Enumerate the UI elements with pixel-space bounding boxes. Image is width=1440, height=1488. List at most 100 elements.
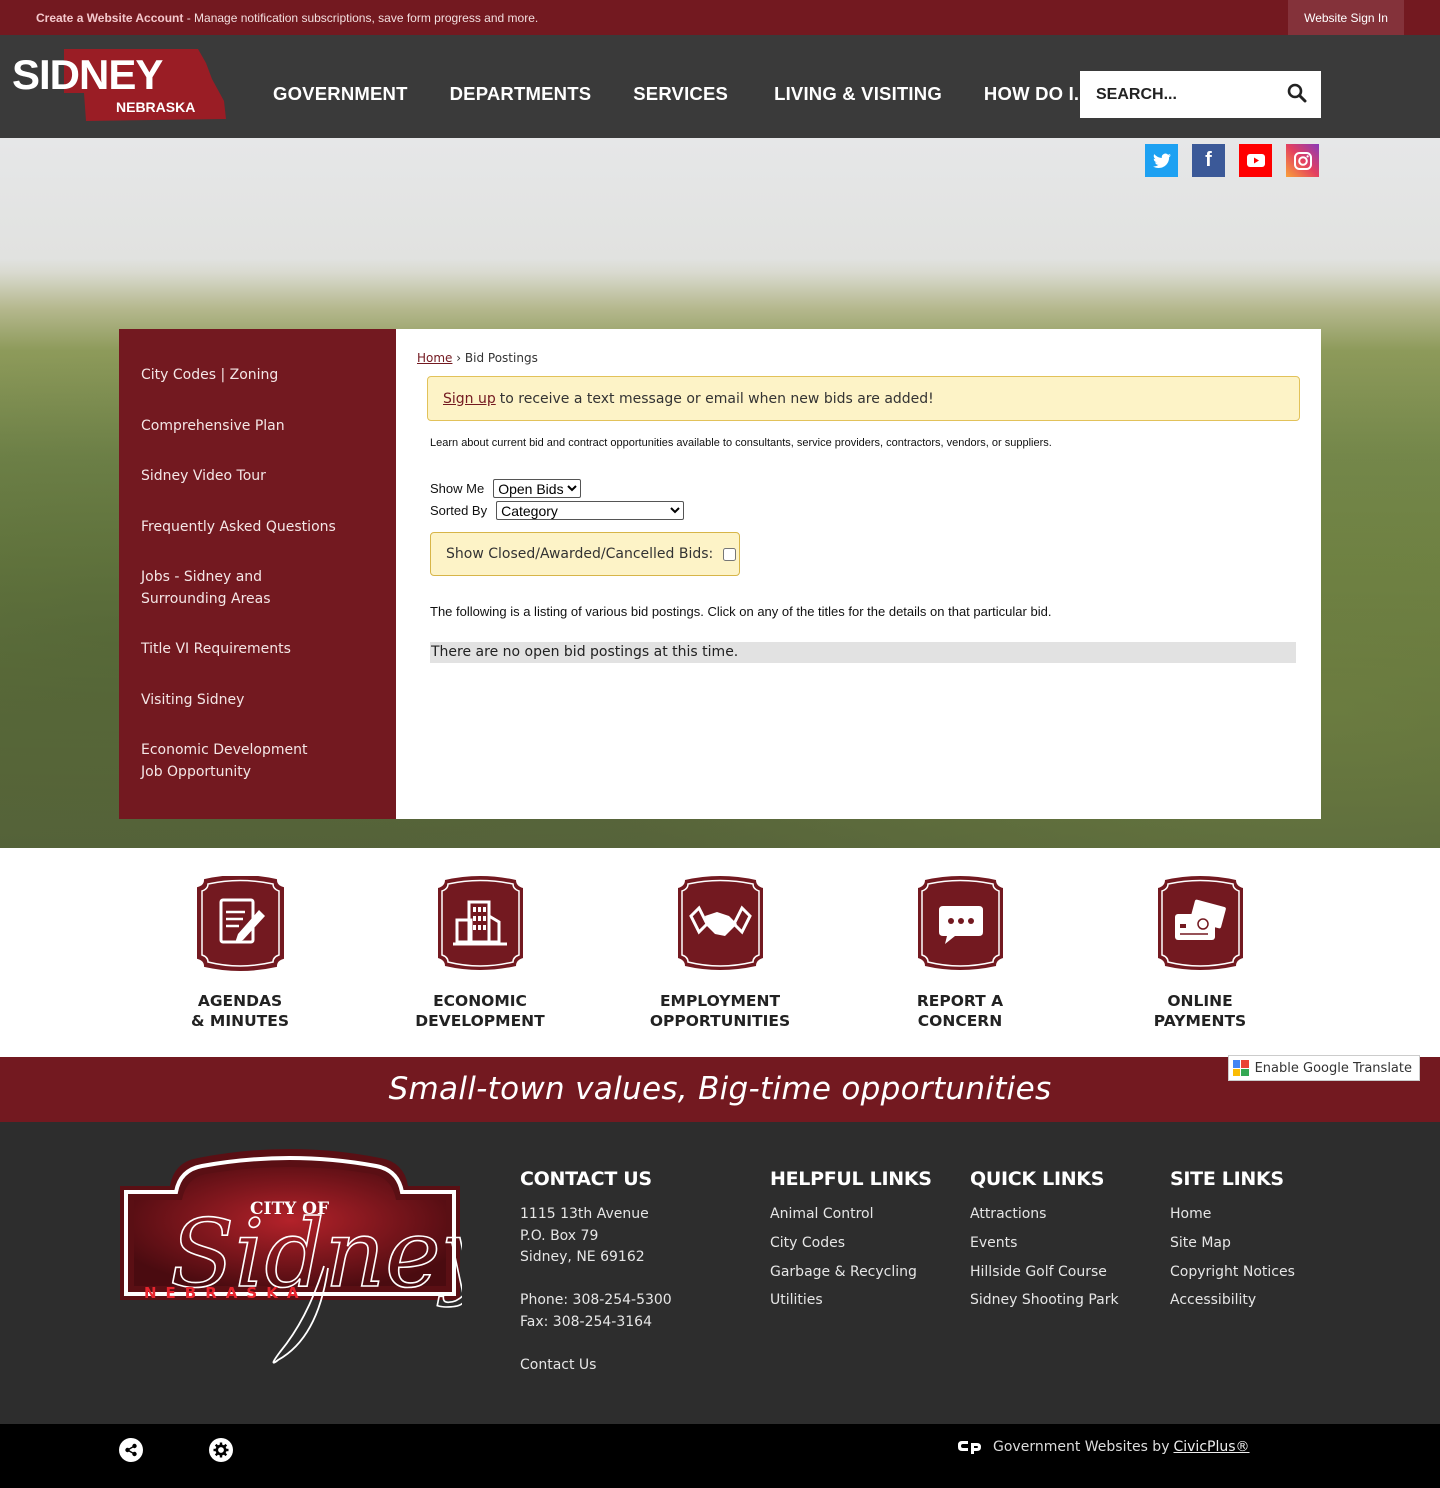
footer-link-copyright[interactable]: Copyright Notices	[1170, 1262, 1295, 1284]
search-icon[interactable]	[1287, 83, 1307, 107]
document-pencil-icon	[196, 875, 284, 971]
credit-card-icon	[1157, 876, 1243, 970]
nav-departments[interactable]: DEPARTMENTS	[429, 83, 613, 105]
sidebar-nav: City Codes | Zoning Comprehensive Plan S…	[119, 329, 396, 819]
show-me-label: Show Me	[430, 481, 485, 496]
credit-text: Government Websites by	[993, 1439, 1170, 1455]
footer-link-home[interactable]: Home	[1170, 1204, 1295, 1226]
sidebar-item-comprehensive-plan[interactable]: Comprehensive Plan	[119, 416, 396, 438]
show-me-select[interactable]: Open Bids	[493, 479, 582, 498]
building-icon	[437, 876, 523, 970]
footer-link-events[interactable]: Events	[970, 1233, 1119, 1255]
civicplus-link[interactable]: CivicPlus®	[1173, 1439, 1249, 1455]
listing-note: The following is a listing of various bi…	[430, 604, 1052, 619]
quick-link-online-payments[interactable]: ONLINE PAYMENTS	[1100, 876, 1300, 1031]
sign-up-link[interactable]: Sign up	[443, 391, 496, 407]
slogan-banner: Small-town values, Big-time opportunitie…	[0, 1055, 1440, 1122]
nav-living-visiting[interactable]: LIVING & VISITING	[753, 83, 963, 105]
quick-link-agendas[interactable]: AGENDAS & MINUTES	[140, 875, 340, 1031]
create-account-link[interactable]: Create a Website Account	[36, 11, 183, 25]
main-nav: GOVERNMENT DEPARTMENTS SERVICES LIVING &…	[252, 83, 1111, 105]
nav-government[interactable]: GOVERNMENT	[252, 83, 429, 105]
civicplus-credit: Government Websites by CivicPlus®	[958, 1439, 1250, 1455]
breadcrumb-current: Bid Postings	[464, 351, 538, 365]
share-icon[interactable]	[119, 1438, 143, 1462]
footer-link-site-map[interactable]: Site Map	[1170, 1233, 1295, 1255]
sidebar-item-faq[interactable]: Frequently Asked Questions	[119, 517, 396, 539]
nav-services[interactable]: SERVICES	[612, 83, 753, 105]
footer-site-links: SITE LINKS Home Site Map Copyright Notic…	[1170, 1168, 1295, 1319]
sorted-by-row: Sorted By Category	[430, 501, 1300, 520]
account-message: Create a Website Account - Manage notifi…	[36, 10, 539, 25]
empty-bids-message: There are no open bid postings at this t…	[430, 642, 1296, 663]
footer-helpful-title: HELPFUL LINKS	[770, 1168, 932, 1190]
footer-quick-links: QUICK LINKS Attractions Events Hillside …	[970, 1168, 1119, 1319]
footer-link-garbage-recycling[interactable]: Garbage & Recycling	[770, 1262, 932, 1284]
city-of-sidney-logo[interactable]: CITY OF Sidney NEBRASKA	[118, 1148, 497, 1373]
sidebar-item-visiting-sidney[interactable]: Visiting Sidney	[119, 690, 396, 712]
quick-link-label: EMPLOYMENT OPPORTUNITIES	[649, 992, 791, 1030]
sidebar-item-jobs[interactable]: Jobs - Sidney and Surrounding Areas	[119, 567, 359, 610]
signup-alert: Sign up to receive a text message or ema…	[427, 376, 1300, 421]
breadcrumb-home[interactable]: Home	[417, 351, 452, 365]
breadcrumb: Home › Bid Postings	[417, 351, 1300, 365]
footer-link-golf-course[interactable]: Hillside Golf Course	[970, 1262, 1119, 1284]
sidebar-item-city-codes[interactable]: City Codes | Zoning	[119, 365, 396, 387]
intro-text: Learn about current bid and contract opp…	[430, 437, 1052, 449]
footer-contact: CONTACT US 1115 13th Avenue P.O. Box 79 …	[520, 1168, 672, 1376]
bottom-bar: Government Websites by CivicPlus®	[0, 1424, 1440, 1488]
quick-link-label: REPORT A CONCERN	[916, 992, 1004, 1030]
google-translate-button[interactable]: Enable Google Translate	[1227, 1055, 1420, 1081]
sidebar-item-video-tour[interactable]: Sidney Video Tour	[119, 466, 396, 488]
footer-helpful-links: HELPFUL LINKS Animal Control City Codes …	[770, 1168, 932, 1319]
phone-number: Phone: 308-254-5300	[520, 1292, 672, 1309]
site-footer: CITY OF Sidney NEBRASKA CONTACT US 1115 …	[0, 1122, 1440, 1424]
show-closed-label: Show Closed/Awarded/Cancelled Bids:	[446, 546, 714, 562]
show-me-row: Show Me Open Bids	[430, 479, 1300, 498]
sidebar-item-economic-development-job[interactable]: Economic Development Job Opportunity	[119, 740, 349, 783]
logo-state: NEBRASKA	[116, 99, 195, 115]
handshake-icon	[677, 876, 763, 970]
quick-link-employment[interactable]: EMPLOYMENT OPPORTUNITIES	[620, 876, 820, 1031]
search-input[interactable]	[1096, 85, 1266, 104]
quick-links-section: AGENDAS & MINUTES ECONOMIC DEVELOPMENT E…	[0, 848, 1440, 1057]
address-line-2: P.O. Box 79	[520, 1227, 599, 1244]
sidebar-item-title-vi[interactable]: Title VI Requirements	[119, 639, 396, 661]
youtube-icon[interactable]	[1239, 144, 1272, 177]
social-links: f	[1145, 144, 1319, 177]
logo-state-text: NEBRASKA	[144, 1284, 307, 1302]
sidney-logo[interactable]: SIDNEY NEBRASKA	[12, 49, 226, 125]
footer-link-shooting-park[interactable]: Sidney Shooting Park	[970, 1290, 1119, 1312]
quick-link-label: ONLINE PAYMENTS	[1153, 992, 1247, 1030]
civicplus-icon	[958, 1441, 981, 1454]
sorted-by-label: Sorted By	[430, 503, 488, 518]
logo-name: SIDNEY	[12, 51, 163, 98]
chat-bubble-icon	[917, 876, 1003, 970]
sorted-by-select[interactable]: Category	[496, 501, 685, 520]
breadcrumb-separator: ›	[456, 351, 462, 365]
footer-link-city-codes[interactable]: City Codes	[770, 1233, 932, 1255]
gear-icon[interactable]	[209, 1438, 233, 1462]
slogan-text: Small-town values, Big-time opportunitie…	[388, 1071, 1052, 1107]
show-closed-checkbox[interactable]	[723, 547, 737, 561]
footer-link-accessibility[interactable]: Accessibility	[1170, 1290, 1295, 1312]
footer-link-attractions[interactable]: Attractions	[970, 1204, 1119, 1226]
address-line-3: Sidney, NE 69162	[520, 1249, 645, 1266]
quick-link-report-concern[interactable]: REPORT A CONCERN	[860, 876, 1060, 1031]
alert-text: to receive a text message or email when …	[499, 390, 934, 407]
quick-link-economic-development[interactable]: ECONOMIC DEVELOPMENT	[380, 876, 580, 1031]
twitter-icon[interactable]	[1145, 144, 1178, 177]
website-sign-in-button[interactable]: Website Sign In	[1288, 0, 1404, 35]
quick-link-label: ECONOMIC DEVELOPMENT	[415, 992, 545, 1030]
nebraska-shape-icon: SIDNEY NEBRASKA	[12, 49, 226, 121]
account-bar: Create a Website Account - Manage notifi…	[0, 0, 1440, 35]
footer-contact-us-link[interactable]: Contact Us	[520, 1355, 672, 1377]
footer-link-utilities[interactable]: Utilities	[770, 1290, 932, 1312]
google-translate-label: Enable Google Translate	[1254, 1060, 1412, 1076]
instagram-icon[interactable]	[1286, 144, 1319, 177]
facebook-icon[interactable]: f	[1192, 144, 1225, 177]
footer-quick-title: QUICK LINKS	[970, 1168, 1105, 1190]
search-box	[1080, 71, 1321, 118]
footer-link-animal-control[interactable]: Animal Control	[770, 1204, 932, 1226]
quick-link-label: AGENDAS & MINUTES	[191, 992, 289, 1030]
